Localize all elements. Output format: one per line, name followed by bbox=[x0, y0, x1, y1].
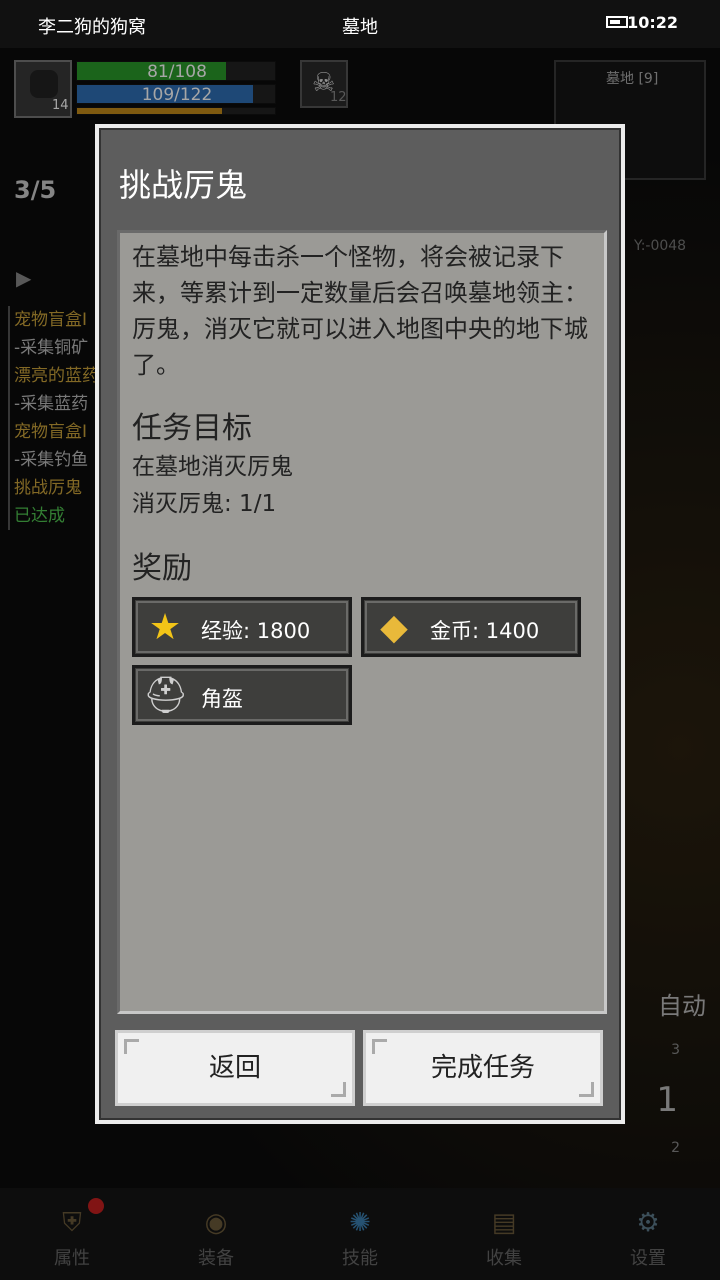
quest-dialog: 挑战厉鬼 在墓地中每击杀一个怪物，将会被记录下来，等累计到一定数量后会召唤墓地领… bbox=[95, 124, 625, 1124]
dialog-panel: 挑战厉鬼 在墓地中每击杀一个怪物，将会被记录下来，等累计到一定数量后会召唤墓地领… bbox=[99, 128, 621, 1120]
reward-exp[interactable]: ★ 经验: 1800 bbox=[132, 597, 352, 657]
status-bar: 李二狗的狗窝 墓地 10:22 bbox=[0, 0, 720, 48]
objective-progress: 消灭厉鬼: 1/1 bbox=[132, 491, 277, 517]
reward-item[interactable]: ⛑ 角盔 bbox=[132, 665, 352, 725]
reward-label: 金币: 1400 bbox=[430, 619, 540, 643]
star-icon: ★ bbox=[148, 607, 182, 648]
gold-coins-icon: ◆ bbox=[380, 607, 408, 648]
reward-label: 角盔 bbox=[201, 687, 243, 711]
battery-icon bbox=[606, 16, 628, 28]
quest-description: 在墓地中每击杀一个怪物，将会被记录下来，等累计到一定数量后会召唤墓地领主：厉鬼，… bbox=[132, 243, 588, 379]
reward-gold[interactable]: ◆ 金币: 1400 bbox=[361, 597, 581, 657]
complete-quest-button[interactable]: 完成任务 bbox=[363, 1030, 603, 1106]
status-time: 10:22 bbox=[627, 13, 678, 32]
reward-list: ★ 经验: 1800 ◆ 金币: 1400 ⛑ 角盔 bbox=[132, 597, 592, 737]
quest-details[interactable]: 在墓地中每击杀一个怪物，将会被记录下来，等累计到一定数量后会召唤墓地领主：厉鬼，… bbox=[117, 230, 607, 1014]
reward-label: 经验: 1800 bbox=[201, 619, 311, 643]
objective-line: 在墓地消灭厉鬼 bbox=[132, 454, 293, 480]
reward-heading: 奖励 bbox=[132, 551, 192, 586]
dialog-title: 挑战厉鬼 bbox=[119, 166, 248, 204]
helmet-icon: ⛑ bbox=[143, 675, 189, 716]
back-button[interactable]: 返回 bbox=[115, 1030, 355, 1106]
objective-heading: 任务目标 bbox=[132, 411, 252, 446]
